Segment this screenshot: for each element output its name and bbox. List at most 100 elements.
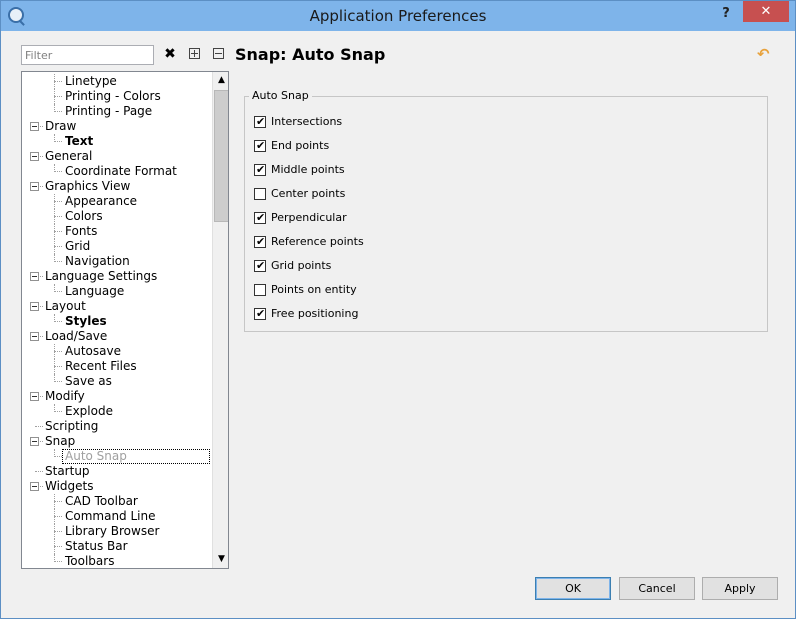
collapse-toggle-icon[interactable] [30, 122, 39, 131]
tree-connector [54, 216, 62, 217]
tree-connector [54, 134, 55, 142]
help-button[interactable]: ? [713, 3, 739, 25]
tree-item[interactable]: Fonts [22, 224, 212, 239]
option-checkbox[interactable] [254, 138, 266, 154]
tree-item-label: Printing - Colors [65, 89, 161, 103]
tree-category[interactable]: Modify [22, 389, 212, 404]
tree-item[interactable]: Styles [22, 314, 212, 329]
tree-connector [54, 194, 55, 209]
reset-icon[interactable]: ↶ [757, 45, 770, 63]
tree-connector [54, 224, 55, 239]
tree-category[interactable]: Snap [22, 434, 212, 449]
tree-category[interactable]: Graphics View [22, 179, 212, 194]
tree-connector [54, 456, 62, 457]
tree-category[interactable]: Layout [22, 299, 212, 314]
close-button[interactable]: ✕ [743, 1, 789, 22]
expand-all-button[interactable] [185, 45, 203, 63]
tree-item[interactable]: Status Bar [22, 539, 212, 554]
option-label: Intersections [271, 115, 343, 128]
option-checkbox[interactable] [254, 162, 266, 178]
tree-item[interactable]: Language [22, 284, 212, 299]
tree-connector [54, 164, 55, 172]
option-checkbox[interactable] [254, 284, 266, 296]
option-label: End points [271, 139, 330, 152]
tree-item[interactable]: Grid [22, 239, 212, 254]
tree-item[interactable]: Recent Files [22, 359, 212, 374]
option-checkbox[interactable] [254, 188, 266, 200]
collapse-toggle-icon[interactable] [30, 437, 39, 446]
tree-item[interactable]: Save as [22, 374, 212, 389]
tree-item[interactable]: Appearance [22, 194, 212, 209]
tree-item[interactable]: Autosave [22, 344, 212, 359]
tree-connector [54, 254, 55, 262]
option-label: Points on entity [271, 283, 357, 296]
tree-item[interactable]: Coordinate Format [22, 164, 212, 179]
ok-button[interactable]: OK [535, 577, 611, 600]
expand-all-icon [188, 48, 200, 59]
tree-item-label: Status Bar [65, 539, 128, 553]
tree-connector [54, 381, 62, 382]
tree-category[interactable]: General [22, 149, 212, 164]
collapse-toggle-icon[interactable] [30, 482, 39, 491]
tree-item-label: Recent Files [65, 359, 137, 373]
tree-connector [54, 531, 62, 532]
tree-connector [54, 501, 62, 502]
apply-button[interactable]: Apply [702, 577, 778, 600]
collapse-toggle-icon[interactable] [30, 272, 39, 281]
tree-item[interactable]: Colors [22, 209, 212, 224]
tree-item-label: CAD Toolbar [65, 494, 138, 508]
tree-category[interactable]: Startup [22, 464, 212, 479]
scroll-down-arrow-icon[interactable]: ▼ [213, 551, 228, 568]
option-checkbox[interactable] [254, 210, 266, 226]
tree-connector [54, 284, 55, 292]
option-checkbox[interactable] [254, 114, 266, 130]
tree-item[interactable]: Printing - Colors [22, 89, 212, 104]
tree-category[interactable]: Widgets [22, 479, 212, 494]
collapse-toggle-icon[interactable] [30, 392, 39, 401]
collapse-all-button[interactable] [209, 45, 227, 63]
tree-category[interactable]: Language Settings [22, 269, 212, 284]
tree-connector [54, 561, 62, 562]
tree-connector [54, 494, 55, 509]
tree-connector [54, 104, 55, 112]
collapse-toggle-icon[interactable] [30, 152, 39, 161]
tree-item[interactable]: CAD Toolbar [22, 494, 212, 509]
tree-item-label: Layout [45, 299, 86, 313]
tree-item[interactable]: Linetype [22, 74, 212, 89]
tree-item[interactable]: Printing - Page [22, 104, 212, 119]
tree-item[interactable]: Library Browser [22, 524, 212, 539]
tree-item[interactable]: Toolbars [22, 554, 212, 568]
tree-connector [54, 261, 62, 262]
auto-snap-group-label: Auto Snap [249, 89, 312, 102]
tree-item[interactable]: Explode [22, 404, 212, 419]
collapse-toggle-icon[interactable] [30, 302, 39, 311]
tree-category[interactable]: Draw [22, 119, 212, 134]
option-checkbox[interactable] [254, 258, 266, 274]
scroll-thumb[interactable] [214, 90, 228, 222]
option-checkbox[interactable] [254, 234, 266, 250]
tree-item[interactable]: Command Line [22, 509, 212, 524]
tree-item-label: Explode [65, 404, 113, 418]
tree-item[interactable]: Text [22, 134, 212, 149]
tree-item[interactable]: Navigation [22, 254, 212, 269]
tree-connector [54, 554, 55, 562]
preferences-tree[interactable]: Linetype Printing - Colors Printing - Page… [21, 71, 229, 569]
tree-connector [54, 201, 62, 202]
scroll-up-arrow-icon[interactable]: ▲ [213, 72, 228, 89]
tree-connector [54, 516, 62, 517]
option-label: Grid points [271, 259, 332, 272]
tree-item-label: Modify [45, 389, 85, 403]
cancel-button[interactable]: Cancel [619, 577, 695, 600]
clear-filter-button[interactable]: ✖ [161, 45, 179, 63]
collapse-toggle-icon[interactable] [30, 332, 39, 341]
tree-category[interactable]: Scripting [22, 419, 212, 434]
title-bar[interactable]: Application Preferences ? ✕ [1, 1, 795, 31]
option-checkbox[interactable] [254, 306, 266, 322]
collapse-toggle-icon[interactable] [30, 182, 39, 191]
filter-input[interactable] [21, 45, 154, 65]
tree-item-label: Language [65, 284, 125, 298]
tree-item-label: Load/Save [45, 329, 108, 343]
tree-scrollbar[interactable]: ▲ ▼ [212, 72, 228, 568]
tree-item[interactable]: Auto Snap [22, 449, 212, 464]
tree-category[interactable]: Load/Save [22, 329, 212, 344]
